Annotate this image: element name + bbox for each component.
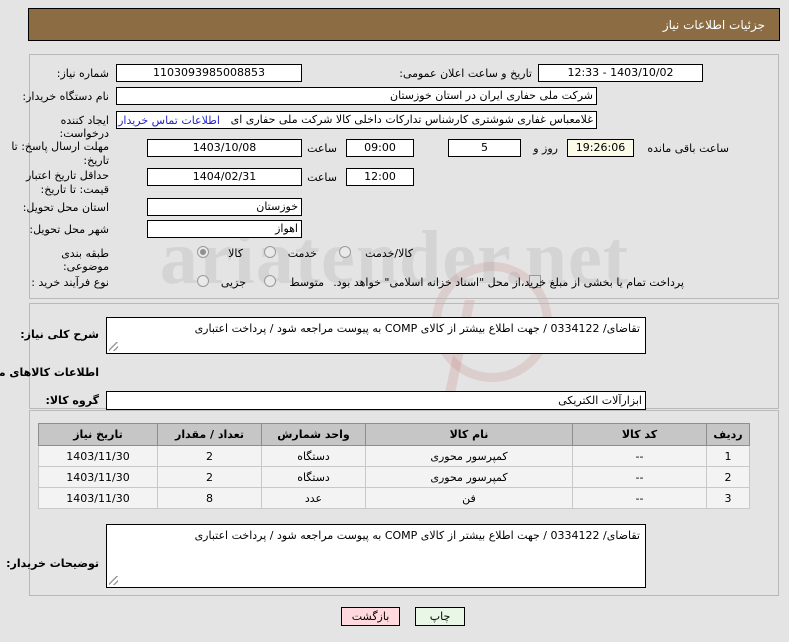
cell-unit: دستگاه <box>261 445 366 467</box>
remaining-days-value[interactable]: 5 <box>448 139 521 157</box>
delivery-province-label: استان محل تحویل: <box>22 201 109 214</box>
need-summary-label: شرح کلی نیاز: <box>20 328 99 341</box>
radio-category-goods-label: کالا <box>228 247 243 260</box>
radio-purchase-medium-label: متوسط <box>289 276 324 289</box>
cell-name: کمپرسور محوری <box>365 466 573 488</box>
buyer-contact-link[interactable]: اطلاعات تماس خریدار <box>118 114 220 127</box>
response-deadline-time-label: ساعت <box>307 142 337 155</box>
remaining-days-label: روز و <box>533 142 558 155</box>
price-validity-date[interactable]: 1404/02/31 <box>147 168 302 186</box>
price-validity-label: حداقل تاریخ اعتبار قیمت: تا تاریخ: <box>25 169 109 196</box>
page-title: جزئیات اطلاعات نیاز <box>28 8 780 41</box>
need-number-value[interactable]: 1103093985008853 <box>116 64 302 82</box>
cell-unit: دستگاه <box>261 466 366 488</box>
response-deadline-time[interactable]: 09:00 <box>346 139 414 157</box>
table-header-row: ردیف کد کالا نام کالا واحد شمارش تعداد /… <box>38 423 750 446</box>
cell-name: فن <box>365 487 573 509</box>
cell-date: 1403/11/30 <box>38 466 158 488</box>
print-button[interactable]: چاپ <box>415 607 465 626</box>
cell-qty: 8 <box>157 487 262 509</box>
requester-label: ایجاد کننده درخواست: <box>59 114 109 140</box>
col-qty: تعداد / مقدار <box>157 423 262 446</box>
radio-purchase-minor[interactable] <box>197 275 209 287</box>
buyer-org-label: نام دستگاه خریدار: <box>22 90 109 103</box>
price-validity-time[interactable]: 12:00 <box>346 168 414 186</box>
goods-table: ردیف کد کالا نام کالا واحد شمارش تعداد /… <box>38 423 750 509</box>
subject-category-label: طبقه بندی موضوعی: <box>61 247 109 273</box>
buyer-notes-label: توضیحات خریدار: <box>6 557 99 570</box>
col-row: ردیف <box>706 423 750 446</box>
delivery-city-value[interactable]: اهواز <box>147 220 302 238</box>
response-deadline-label: مهلت ارسال پاسخ: تا تاریخ: <box>11 140 109 167</box>
cell-qty: 2 <box>157 466 262 488</box>
cell-unit: عدد <box>261 487 366 509</box>
radio-category-service-label: خدمت <box>287 247 317 260</box>
buyer-org-value[interactable]: شرکت ملی حفاری ایران در استان خوزستان <box>116 87 597 105</box>
treasury-bond-note: پرداخت تمام یا بخشی از مبلغ خرید،از محل … <box>333 276 684 289</box>
announce-datetime-value[interactable]: 1403/10/02 - 12:33 <box>538 64 703 82</box>
col-name: نام کالا <box>365 423 573 446</box>
table-row: 1 -- کمپرسور محوری دستگاه 2 1403/11/30 <box>38 445 750 467</box>
cell-name: کمپرسور محوری <box>365 445 573 467</box>
price-validity-time-label: ساعت <box>307 171 337 184</box>
cell-date: 1403/11/30 <box>38 487 158 509</box>
goods-section-title: اطلاعات کالاهای مورد نیاز <box>0 366 99 379</box>
buyer-notes-textarea[interactable]: تقاضای/ 0334122 / جهت اطلاع بیشتر از کال… <box>106 524 646 588</box>
radio-purchase-medium[interactable] <box>264 275 276 287</box>
response-deadline-date[interactable]: 1403/10/08 <box>147 139 302 157</box>
need-summary-textarea[interactable]: تقاضای/ 0334122 / جهت اطلاع بیشتر از کال… <box>106 317 646 354</box>
radio-purchase-minor-label: جزیی <box>220 276 246 289</box>
goods-group-value[interactable]: ابزارآلات الکتریکی <box>106 391 646 410</box>
purchase-type-label: نوع فرآیند خرید : <box>31 276 109 289</box>
radio-category-goods-service[interactable] <box>339 246 351 258</box>
need-number-label: شماره نیاز: <box>56 67 109 80</box>
cell-qty: 2 <box>157 445 262 467</box>
radio-category-service[interactable] <box>264 246 276 258</box>
radio-category-goods-service-label: کالا/خدمت <box>365 247 413 260</box>
announce-datetime-label: تاریخ و ساعت اعلان عمومی: <box>399 67 532 80</box>
delivery-province-value[interactable]: خوزستان <box>147 198 302 216</box>
goods-group-label: گروه کالا: <box>45 394 99 407</box>
delivery-city-label: شهر محل تحویل: <box>29 223 109 236</box>
cell-row: 1 <box>706 445 750 467</box>
col-unit: واحد شمارش <box>261 423 366 446</box>
col-date: تاریخ نیاز <box>38 423 158 446</box>
radio-category-goods[interactable] <box>197 246 209 258</box>
cell-row: 2 <box>706 466 750 488</box>
remaining-time-label: ساعت باقی مانده <box>647 142 729 155</box>
table-row: 2 -- کمپرسور محوری دستگاه 2 1403/11/30 <box>38 466 750 488</box>
back-button[interactable]: بازگشت <box>341 607 400 626</box>
table-row: 3 -- فن عدد 8 1403/11/30 <box>38 487 750 509</box>
cell-date: 1403/11/30 <box>38 445 158 467</box>
col-code: کد کالا <box>572 423 707 446</box>
cell-code: -- <box>572 487 707 509</box>
cell-code: -- <box>572 445 707 467</box>
remaining-time-value: 19:26:06 <box>567 139 634 157</box>
cell-code: -- <box>572 466 707 488</box>
cell-row: 3 <box>706 487 750 509</box>
